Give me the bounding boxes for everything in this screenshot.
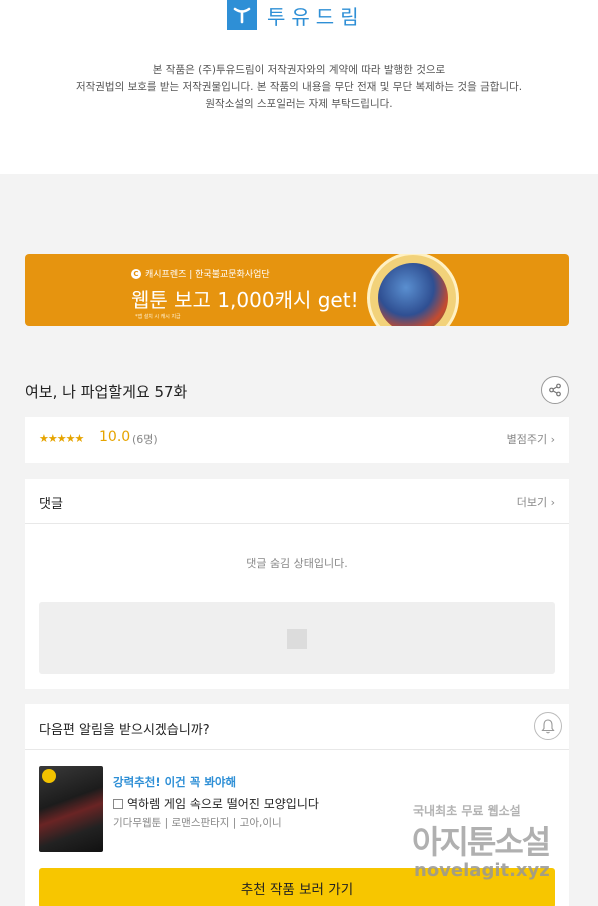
comments-card: 댓글 더보기 › 댓글 숨김 상태입니다. — [25, 479, 569, 689]
rating-score: 10.0 — [99, 429, 131, 445]
rating-count: (6명) — [132, 433, 158, 446]
notice-line-3: 원작소설의 스포일러는 자제 부탁드립니다. — [205, 98, 393, 110]
episode-title: 여보, 나 파업할게요 57화 — [25, 383, 188, 401]
cashfriends-icon: C — [131, 268, 141, 279]
recommend-thumbnail[interactable] — [39, 766, 103, 852]
brand-name: 투유드림 — [267, 4, 365, 29]
share-button[interactable] — [541, 376, 569, 404]
recommend-title-text: 역하렘 게임 속으로 떨어진 모양입니다 — [127, 797, 319, 811]
rating-stars: ★★★★★ — [39, 432, 84, 445]
recommend-title[interactable]: 역하렘 게임 속으로 떨어진 모양입니다 — [113, 795, 319, 812]
notification-bell-button[interactable] — [534, 712, 562, 740]
book-icon — [113, 798, 123, 809]
banner-brand: C 캐시프렌즈 | 한국불교문화사업단 — [131, 267, 270, 280]
watermark-line-2: 아지툰소설 — [412, 823, 551, 861]
banner-fine-print: *앱 설치 시 캐시 지급 — [135, 314, 181, 320]
banner-title: 웹툰 보고 1,000캐시 get! — [131, 288, 359, 312]
brand-logo: 투유드림 — [227, 0, 365, 30]
copyright-notice: 본 작품은 (주)투유드림이 저작권자와의 계약에 따라 발행한 것으로 저작권… — [0, 62, 598, 113]
notice-line-1: 본 작품은 (주)투유드림이 저작권자와의 계약에 따라 발행한 것으로 — [152, 64, 446, 76]
comment-placeholder-icon — [287, 629, 307, 649]
notice-line-2: 저작권법의 보호를 받는 저작권물입니다. 본 작품의 내용을 무단 전재 및 … — [75, 81, 523, 93]
brand-logo-icon — [227, 0, 257, 30]
share-icon — [549, 383, 561, 397]
rating-card: ★★★★★ 10.0 (6명) 별점주기 › — [25, 417, 569, 463]
recommend-meta: 기다무웹툰 | 로맨스판타지 | 고아,이니 — [113, 817, 282, 829]
episode-title-row: 여보, 나 파업할게요 57화 — [25, 373, 569, 407]
dragon-artwork — [378, 263, 448, 326]
comments-title: 댓글 — [39, 497, 63, 512]
top-notice-section: 투유드림 본 작품은 (주)투유드림이 저작권자와의 계약에 따라 발행한 것으… — [0, 0, 598, 174]
clock-badge-icon — [42, 769, 56, 783]
banner-brand-text: 캐시프렌즈 | 한국불교문화사업단 — [145, 270, 270, 280]
comment-input-box[interactable] — [39, 602, 555, 674]
ad-banner[interactable]: C 캐시프렌즈 | 한국불교문화사업단 웹툰 보고 1,000캐시 get! *… — [25, 254, 569, 326]
banner-medal-image — [367, 254, 459, 326]
notification-question: 다음편 알림을 받으시겠습니까? — [39, 723, 210, 738]
comments-header: 댓글 더보기 › — [25, 479, 569, 524]
comments-more-link[interactable]: 더보기 › — [517, 494, 555, 510]
comments-hidden-message: 댓글 숨김 상태입니다. — [246, 557, 348, 570]
rate-button[interactable]: 별점주기 › — [507, 431, 555, 447]
watermark: 국내최초 무료 웹소설 아지툰소설 novelagit.xyz — [408, 795, 598, 906]
watermark-line-3: novelagit.xyz — [414, 860, 550, 881]
recommend-label: 강력추천! 이건 꼭 봐야해 — [113, 775, 237, 789]
notification-header: 다음편 알림을 받으시겠습니까? — [25, 704, 569, 750]
bell-icon — [541, 719, 555, 734]
